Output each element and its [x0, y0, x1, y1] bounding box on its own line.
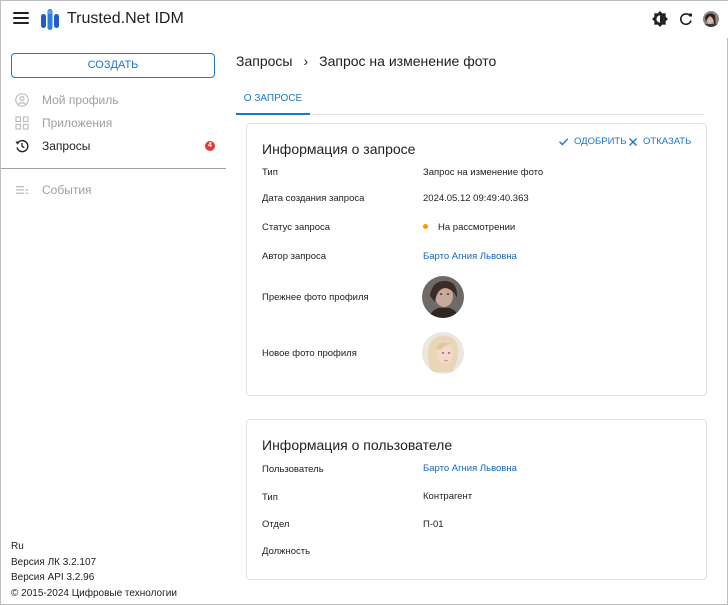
row-label-user-type: Тип — [262, 492, 278, 503]
user-info-card: Информация о пользователе Пользователь Б… — [246, 419, 707, 580]
sidebar-item-label: Мой профиль — [42, 93, 119, 107]
breadcrumb: Запросы › Запрос на изменение фото — [236, 53, 496, 69]
app-title: Trusted.Net IDM — [67, 10, 184, 27]
approve-button[interactable]: Одобрить — [558, 136, 626, 147]
reject-label: Отказать — [643, 136, 692, 147]
row-label-old-photo: Прежнее фото профиля — [262, 292, 369, 303]
row-value-type: Запрос на изменение фото — [423, 167, 544, 178]
request-info-card: Информация о запросе Одобрить Отказать Т… — [246, 123, 707, 396]
row-value-department: П-01 — [423, 519, 444, 530]
user-link[interactable]: Барто Агния Львовна — [423, 463, 517, 474]
breadcrumb-separator-icon: › — [303, 53, 309, 69]
create-button[interactable]: Создать — [11, 53, 215, 78]
status-pending-dot — [423, 223, 428, 229]
sidebar-item-label: Приложения — [42, 116, 113, 130]
sidebar: Создать Мой профиль Приложения — [1, 38, 226, 604]
sidebar-divider — [1, 168, 226, 169]
row-label-position: Должность — [262, 546, 311, 557]
tab-bar: О запросе — [236, 86, 704, 115]
sidebar-item-applications[interactable]: Приложения — [15, 113, 220, 133]
row-label-type: Тип — [262, 167, 278, 178]
row-label-created: Дата создания запроса — [262, 193, 365, 204]
row-label-status: Статус запроса — [262, 222, 331, 233]
breadcrumb-current: Запрос на изменение фото — [319, 53, 497, 69]
new-profile-photo[interactable] — [422, 332, 464, 374]
avatar[interactable] — [703, 11, 719, 27]
row-label-department: Отдел — [262, 519, 290, 530]
sidebar-item-label: События — [42, 183, 92, 197]
status-text: На рассмотрении — [438, 222, 516, 233]
reject-button[interactable]: Отказать — [628, 136, 691, 147]
language-switch[interactable]: Ru — [11, 539, 177, 555]
menu-icon[interactable] — [13, 12, 29, 26]
history-icon — [15, 139, 29, 153]
top-bar: Trusted.Net IDM — [1, 1, 728, 38]
breadcrumb-parent[interactable]: Запросы — [236, 53, 292, 69]
sidebar-item-events[interactable]: События — [15, 180, 220, 200]
old-profile-photo[interactable] — [422, 276, 464, 318]
refresh-icon[interactable] — [678, 11, 694, 27]
row-label-new-photo: Новое фото профиля — [262, 348, 357, 359]
version-api: Версия API 3.2.96 — [11, 572, 95, 583]
version-lk: Версия ЛК 3.2.107 — [11, 556, 97, 568]
apps-grid-icon — [15, 116, 29, 130]
tab-about-request[interactable]: О запросе — [236, 86, 310, 115]
user-card-title: Информация о пользователе — [262, 437, 453, 453]
copyright: © 2015-2024 Цифровые технологии — [11, 587, 177, 599]
row-value-user-type: Контрагент — [423, 491, 473, 502]
author-link[interactable]: Барто Агния Львовна — [423, 251, 517, 262]
account-circle-icon — [15, 93, 29, 107]
check-icon — [559, 138, 569, 146]
row-label-user: Пользователь — [262, 464, 324, 475]
theme-toggle-icon[interactable] — [652, 11, 668, 27]
approve-label: Одобрить — [574, 136, 627, 147]
request-card-title: Информация о запросе — [262, 141, 416, 157]
list-icon — [16, 186, 28, 194]
row-value-created: 2024.05.12 09:49:40.363 — [423, 193, 529, 204]
app-frame: Trusted.Net IDM Создать — [0, 0, 728, 605]
sidebar-item-label: Запросы — [42, 139, 91, 153]
close-icon — [629, 137, 637, 146]
sidebar-footer: Ru Версия ЛК 3.2.107 Версия API 3.2.96 ©… — [11, 539, 177, 601]
row-value-status: На рассмотрении — [423, 222, 515, 233]
app-logo-icon — [41, 9, 59, 30]
row-label-author: Автор запроса — [262, 251, 327, 262]
requests-count-badge: 4 — [205, 141, 215, 151]
sidebar-item-profile[interactable]: Мой профиль — [15, 90, 220, 110]
sidebar-item-requests[interactable]: Запросы 4 — [15, 136, 220, 156]
